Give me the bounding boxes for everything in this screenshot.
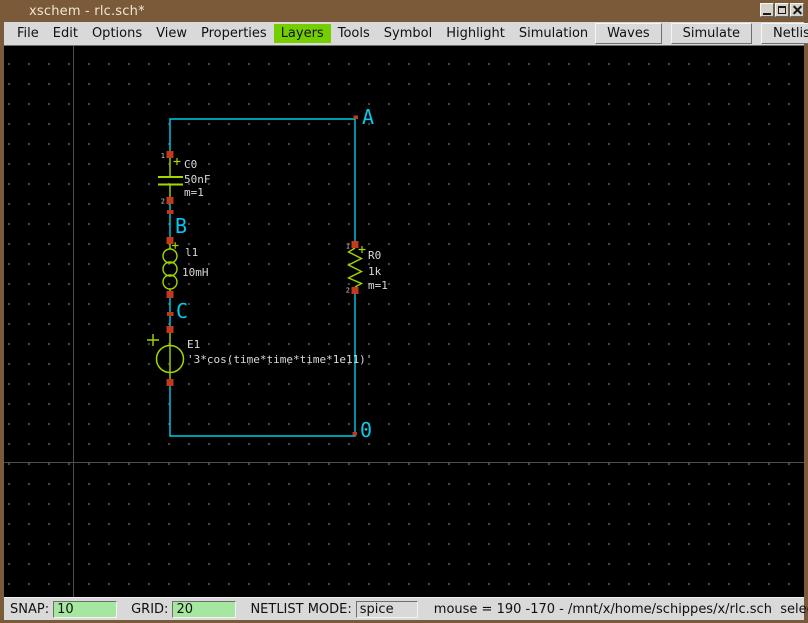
voltage-source-symbol[interactable] (147, 333, 184, 379)
status-bar: SNAP: GRID: NETLIST MODE: mouse = 190 -1… (4, 597, 804, 620)
cap-pin2-number: 2 (161, 198, 165, 206)
pin-cap-1 (167, 151, 174, 158)
menu-edit[interactable]: Edit (46, 24, 85, 43)
menu-symbol[interactable]: Symbol (377, 24, 439, 43)
capacitor-plates (158, 177, 183, 185)
inductor-ref[interactable]: l1 (185, 247, 198, 259)
minimize-button[interactable] (760, 3, 774, 17)
menu-layers[interactable]: Layers (274, 24, 331, 43)
title-bar[interactable]: xschem - rlc.sch* (4, 0, 804, 22)
res-pin1-number: 1 (346, 243, 350, 251)
pin-src-2 (167, 379, 174, 386)
resistor-symbol[interactable] (349, 246, 366, 287)
label-pin-0 (353, 432, 358, 436)
grid-label: GRID: (131, 602, 168, 617)
menu-properties[interactable]: Properties (194, 24, 274, 43)
pin-ind-1 (167, 237, 174, 244)
pin-ind-2 (167, 291, 174, 298)
menu-simulation[interactable]: Simulation (512, 24, 595, 43)
label-pin-c (167, 312, 174, 316)
net-label-a[interactable]: A (362, 107, 374, 127)
inductor-coil-2 (163, 262, 177, 276)
grid-input[interactable] (172, 601, 236, 618)
menu-tools[interactable]: Tools (331, 24, 377, 43)
netlist-mode-input[interactable] (356, 601, 418, 618)
net-label-0[interactable]: 0 (360, 420, 372, 440)
menu-view[interactable]: View (149, 24, 194, 43)
netlist-button[interactable]: Netlist (761, 23, 808, 44)
label-pin-a (354, 116, 359, 120)
menu-file[interactable]: File (10, 24, 46, 43)
capacitor-ref[interactable]: C0 (184, 159, 197, 171)
inductor-value[interactable]: 10mH (182, 267, 209, 279)
statusbar-info: mouse = 190 -170 - /mnt/x/home/schippes/… (434, 602, 808, 617)
resistor-mult[interactable]: m=1 (368, 280, 388, 292)
inductor-symbol[interactable] (163, 242, 179, 291)
net-label-c[interactable]: C (176, 301, 188, 321)
maximize-icon (778, 6, 786, 14)
window-controls (760, 3, 804, 17)
resistor-plus-icon (359, 246, 366, 253)
inductor-coil-1 (163, 249, 177, 263)
close-icon (792, 5, 802, 15)
menu-options[interactable]: Options (85, 24, 149, 43)
window-title: xschem - rlc.sch* (4, 4, 145, 19)
simulate-button[interactable]: Simulate (671, 23, 752, 44)
inductor-coil-3 (163, 275, 177, 289)
capacitor-mult[interactable]: m=1 (184, 187, 204, 199)
resistor-value[interactable]: 1k (368, 266, 381, 278)
xschem-window: xschem - rlc.sch* File Edit Options View… (0, 0, 808, 623)
menu-bar: File Edit Options View Properties Layers… (4, 22, 804, 46)
pin-src-1 (167, 326, 174, 333)
pin-cap-2 (167, 197, 174, 204)
res-pin2-number: 2 (346, 287, 350, 295)
resistor-zigzag (349, 248, 362, 287)
snap-input[interactable] (53, 601, 117, 618)
source-plus-icon (147, 334, 159, 346)
pin-res-1 (352, 241, 359, 248)
waves-button[interactable]: Waves (595, 23, 661, 44)
source-ref[interactable]: E1 (187, 339, 200, 351)
origin-axes (4, 46, 804, 597)
circuit-graphics: 1 2 1 2 (4, 46, 804, 597)
resistor-ref[interactable]: R0 (368, 250, 381, 262)
pin-res-2 (352, 287, 359, 294)
capacitor-plus-icon (174, 158, 181, 165)
minimize-icon (763, 13, 771, 15)
net-label-b[interactable]: B (175, 216, 187, 236)
menu-highlight[interactable]: Highlight (439, 24, 512, 43)
capacitor-value[interactable]: 50nF (184, 174, 211, 186)
cap-pin1-number: 1 (161, 152, 165, 160)
maximize-button[interactable] (775, 3, 789, 17)
capacitor-symbol[interactable] (158, 158, 183, 197)
schematic-canvas[interactable]: 1 2 1 2 A B C 0 C0 50nF m=1 l1 10mH E1 '… (4, 46, 804, 597)
netlist-mode-label: NETLIST MODE: (250, 602, 351, 617)
label-pin-b (167, 210, 174, 214)
snap-label: SNAP: (10, 602, 49, 617)
close-button[interactable] (790, 3, 804, 17)
source-value[interactable]: '3*cos(time*time*time*1e11)' (187, 354, 372, 366)
